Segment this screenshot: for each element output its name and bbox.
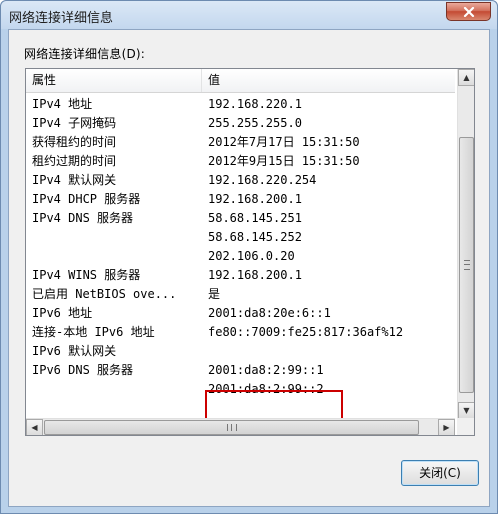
arrow-down-icon: ▼ (463, 406, 470, 415)
close-button[interactable]: 关闭(C) (401, 460, 479, 486)
list-row[interactable]: IPv4 DHCP 服务器 192.168.200.1 (26, 190, 455, 209)
grip-icon (464, 260, 470, 270)
value-cell: 192.168.200.1 (208, 268, 302, 282)
list-row[interactable]: IPv4 默认网关 192.168.220.254 (26, 171, 455, 190)
value-cell: 192.168.200.1 (208, 192, 302, 206)
grip-icon (227, 424, 237, 431)
property-cell: 连接-本地 IPv6 地址 (32, 325, 155, 339)
horizontal-scrollbar[interactable]: ◀ ▶ (26, 418, 455, 435)
value-cell: 2001:da8:2:99::1 (208, 363, 324, 377)
property-cell: IPv6 地址 (32, 306, 93, 320)
list-row[interactable]: IPv4 WINS 服务器 192.168.200.1 (26, 266, 455, 285)
value-cell: 192.168.220.254 (208, 173, 317, 187)
list-row[interactable]: IPv4 子网掩码 255.255.255.0 (26, 114, 455, 133)
property-cell: IPv4 地址 (32, 97, 93, 111)
value-cell: 2001:da8:20e:6::1 (208, 306, 331, 320)
list-row[interactable]: IPv6 DNS 服务器 2001:da8:2:99::1 (26, 361, 455, 380)
list-row[interactable]: IPv6 默认网关 (26, 342, 455, 361)
window-close-button[interactable] (446, 2, 491, 21)
property-cell: IPv4 WINS 服务器 (32, 268, 141, 282)
property-cell: 获得租约的时间 (32, 135, 117, 149)
property-cell: IPv4 默认网关 (32, 173, 117, 187)
details-label: 网络连接详细信息(D): (24, 47, 146, 61)
value-cell: 2001:da8:2:99::2 (208, 382, 324, 396)
property-cell: IPv4 DNS 服务器 (32, 211, 134, 225)
list-row[interactable]: 连接-本地 IPv6 地址 fe80::7009:fe25:817:36af%12 (26, 323, 455, 342)
dialog-window: 网络连接详细信息 网络连接详细信息(D): 属性 值 IPv4 地址 192.16… (0, 0, 498, 514)
column-header-value[interactable]: 值 (202, 69, 455, 92)
details-list[interactable]: 属性 值 IPv4 地址 192.168.220.1 IPv4 子网掩码 255.2… (25, 68, 475, 436)
list-row[interactable]: 58.68.145.252 (26, 228, 455, 247)
column-header-property[interactable]: 属性 (26, 69, 202, 92)
value-cell: 192.168.220.1 (208, 97, 302, 111)
property-cell: IPv6 DNS 服务器 (32, 363, 134, 377)
vertical-scroll-thumb[interactable] (459, 137, 474, 393)
scroll-up-button[interactable]: ▲ (458, 69, 474, 86)
property-cell: 租约过期的时间 (32, 154, 117, 168)
value-cell: 202.106.0.20 (208, 249, 295, 263)
value-cell: 2012年7月17日 15:31:50 (208, 135, 360, 149)
list-header: 属性 值 (26, 69, 455, 93)
value-cell: fe80::7009:fe25:817:36af%12 (208, 325, 404, 339)
scroll-right-button[interactable]: ▶ (438, 419, 455, 435)
list-row[interactable]: 获得租约的时间 2012年7月17日 15:31:50 (26, 133, 455, 152)
list-row[interactable]: IPv4 地址 192.168.220.1 (26, 95, 455, 114)
list-rows: IPv4 地址 192.168.220.1 IPv4 子网掩码 255.255.25… (26, 95, 455, 399)
value-cell: 是 (208, 287, 221, 301)
list-row[interactable]: 202.106.0.20 (26, 247, 455, 266)
vertical-scrollbar[interactable]: ▲ ▼ (457, 69, 474, 419)
value-cell: 58.68.145.251 (208, 211, 302, 225)
arrow-up-icon: ▲ (463, 73, 470, 82)
window-title: 网络连接详细信息 (9, 11, 114, 26)
list-row[interactable]: 2001:da8:2:99::2 (26, 380, 455, 399)
arrow-left-icon: ◀ (31, 423, 38, 432)
dialog-client-area: 网络连接详细信息(D): 属性 值 IPv4 地址 192.168.220.1 I… (8, 29, 490, 507)
horizontal-scroll-thumb[interactable] (44, 420, 419, 435)
scrollbar-corner (457, 418, 474, 435)
list-row[interactable]: IPv4 DNS 服务器 58.68.145.251 (26, 209, 455, 228)
scroll-down-button[interactable]: ▼ (458, 402, 474, 419)
scroll-left-button[interactable]: ◀ (26, 419, 43, 435)
property-cell: IPv4 子网掩码 (32, 116, 117, 130)
value-cell: 2012年9月15日 15:31:50 (208, 154, 360, 168)
value-cell: 255.255.255.0 (208, 116, 302, 130)
value-cell: 58.68.145.252 (208, 230, 302, 244)
list-row[interactable]: IPv6 地址 2001:da8:20e:6::1 (26, 304, 455, 323)
list-row[interactable]: 租约过期的时间 2012年9月15日 15:31:50 (26, 152, 455, 171)
list-row[interactable]: 已启用 NetBIOS ove... 是 (26, 285, 455, 304)
property-cell: 已启用 NetBIOS ove... (32, 287, 177, 301)
arrow-right-icon: ▶ (443, 423, 450, 432)
property-cell: IPv6 默认网关 (32, 344, 117, 358)
property-cell: IPv4 DHCP 服务器 (32, 192, 141, 206)
title-bar[interactable]: 网络连接详细信息 (1, 1, 497, 29)
close-x-icon (463, 6, 474, 17)
